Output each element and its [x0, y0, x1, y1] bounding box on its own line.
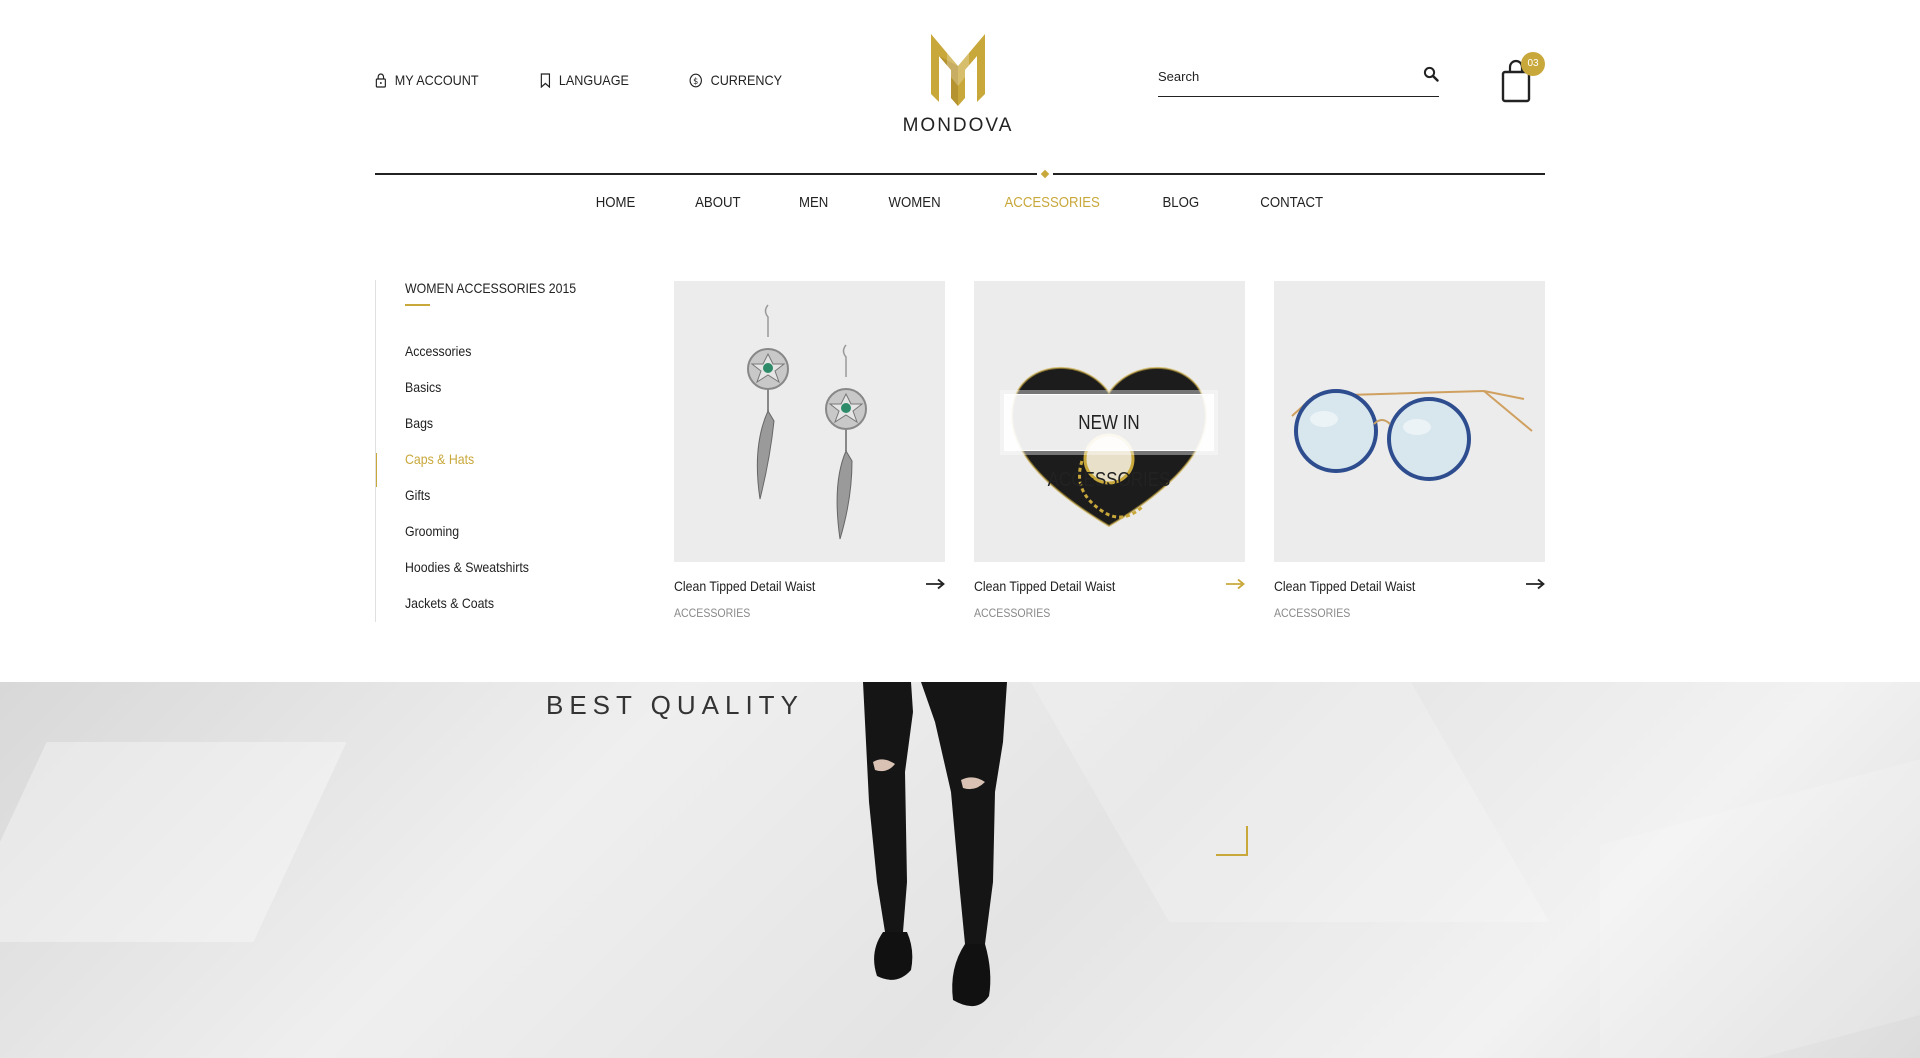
mega-menu-title: WOMEN ACCESSORIES 2015	[405, 280, 577, 296]
product-image-earrings[interactable]	[674, 281, 945, 562]
bookmark-icon	[540, 72, 551, 88]
hero-section: BEST QUALITY	[0, 682, 1920, 1058]
hero-corner-ornament	[1216, 826, 1248, 856]
my-account-link[interactable]: MY ACCOUNT	[375, 72, 479, 88]
svg-text:$: $	[693, 76, 698, 87]
arrow-right-icon[interactable]	[925, 577, 945, 595]
category-bags[interactable]: Bags	[405, 414, 572, 450]
nav-item-blog[interactable]: BLOG	[1163, 194, 1200, 211]
main-nav: HOME ABOUT MEN WOMEN ACCESSORIES BLOG CO…	[0, 194, 1920, 211]
category-grooming[interactable]: Grooming	[405, 522, 572, 558]
product-name[interactable]: Clean Tipped Detail Waist	[1274, 578, 1415, 594]
search-box	[1158, 60, 1439, 97]
product-card: Clean Tipped Detail Waist ACCESSORIES	[1274, 281, 1545, 620]
product-category: ACCESSORIES	[1274, 606, 1351, 620]
hero-facet	[0, 742, 347, 942]
product-name[interactable]: Clean Tipped Detail Waist	[674, 578, 815, 594]
search-input[interactable]	[1158, 60, 1398, 92]
nav-item-accessories[interactable]: ACCESSORIES	[1004, 194, 1099, 211]
nav-item-women[interactable]: WOMEN	[888, 194, 940, 211]
cart-count-badge: 03	[1521, 52, 1545, 76]
logo-mark	[931, 34, 985, 106]
hero-facet	[1030, 682, 1550, 922]
category-hoodies-sweatshirts[interactable]: Hoodies & Sweatshirts	[405, 558, 572, 594]
arrow-right-icon[interactable]	[1225, 577, 1245, 595]
product-card: NEW IN ACCESSORIES Clean Tipped Detail W…	[974, 281, 1245, 620]
product-name[interactable]: Clean Tipped Detail Waist	[974, 578, 1115, 594]
nav-divider	[375, 173, 1545, 175]
product-image-sunglasses[interactable]	[1274, 281, 1545, 562]
nav-item-about[interactable]: ABOUT	[695, 194, 740, 211]
product-category: ACCESSORIES	[974, 606, 1051, 620]
top-links: MY ACCOUNT LANGUAGE $ CURRENCY	[375, 72, 842, 88]
new-in-accessories-label[interactable]: NEW IN ACCESSORIES	[1004, 394, 1214, 491]
language-link[interactable]: LANGUAGE	[540, 72, 629, 88]
dollar-circle-icon: $	[689, 73, 702, 87]
search-icon[interactable]	[1423, 66, 1439, 87]
product-card: Clean Tipped Detail Waist ACCESSORIES	[674, 281, 945, 620]
cart-button[interactable]: 03	[1500, 52, 1548, 103]
nav-item-contact[interactable]: CONTACT	[1260, 194, 1323, 211]
category-caps-hats[interactable]: Caps & Hats	[405, 450, 572, 486]
category-accessories[interactable]: Accessories	[405, 342, 572, 378]
product-grid: Clean Tipped Detail Waist ACCESSORIES NE…	[674, 281, 1545, 631]
currency-link[interactable]: $ CURRENCY	[689, 72, 782, 88]
my-account-label: MY ACCOUNT	[394, 72, 479, 88]
logo-text: MONDOVA	[902, 115, 1014, 136]
site-logo[interactable]: MONDOVA	[898, 26, 1018, 138]
currency-label: CURRENCY	[710, 72, 782, 88]
arrow-right-icon[interactable]	[1525, 577, 1545, 595]
language-label: LANGUAGE	[558, 72, 630, 88]
product-category: ACCESSORIES	[674, 606, 751, 620]
product-image-heart-bag[interactable]: NEW IN ACCESSORIES	[974, 281, 1245, 562]
nav-item-home[interactable]: HOME	[595, 194, 635, 211]
lock-icon	[375, 72, 386, 88]
hero-tagline: BEST QUALITY	[546, 690, 804, 720]
category-jackets-coats[interactable]: Jackets & Coats	[405, 594, 572, 630]
nav-divider-ornament	[1037, 169, 1053, 179]
title-underline	[405, 304, 430, 306]
model-legs-image	[863, 682, 1007, 1007]
site-header: MY ACCOUNT LANGUAGE $ CURRENCY MONDOVA S…	[0, 0, 1920, 682]
category-basics[interactable]: Basics	[405, 378, 572, 414]
hero-facet	[1600, 759, 1920, 1058]
mega-menu-sidebar: WOMEN ACCESSORIES 2015 Accessories Basic…	[375, 280, 595, 622]
nav-item-men[interactable]: MEN	[799, 194, 828, 211]
category-gifts[interactable]: Gifts	[405, 486, 572, 522]
category-list: Accessories Basics Bags Caps & Hats Gift…	[405, 342, 595, 630]
